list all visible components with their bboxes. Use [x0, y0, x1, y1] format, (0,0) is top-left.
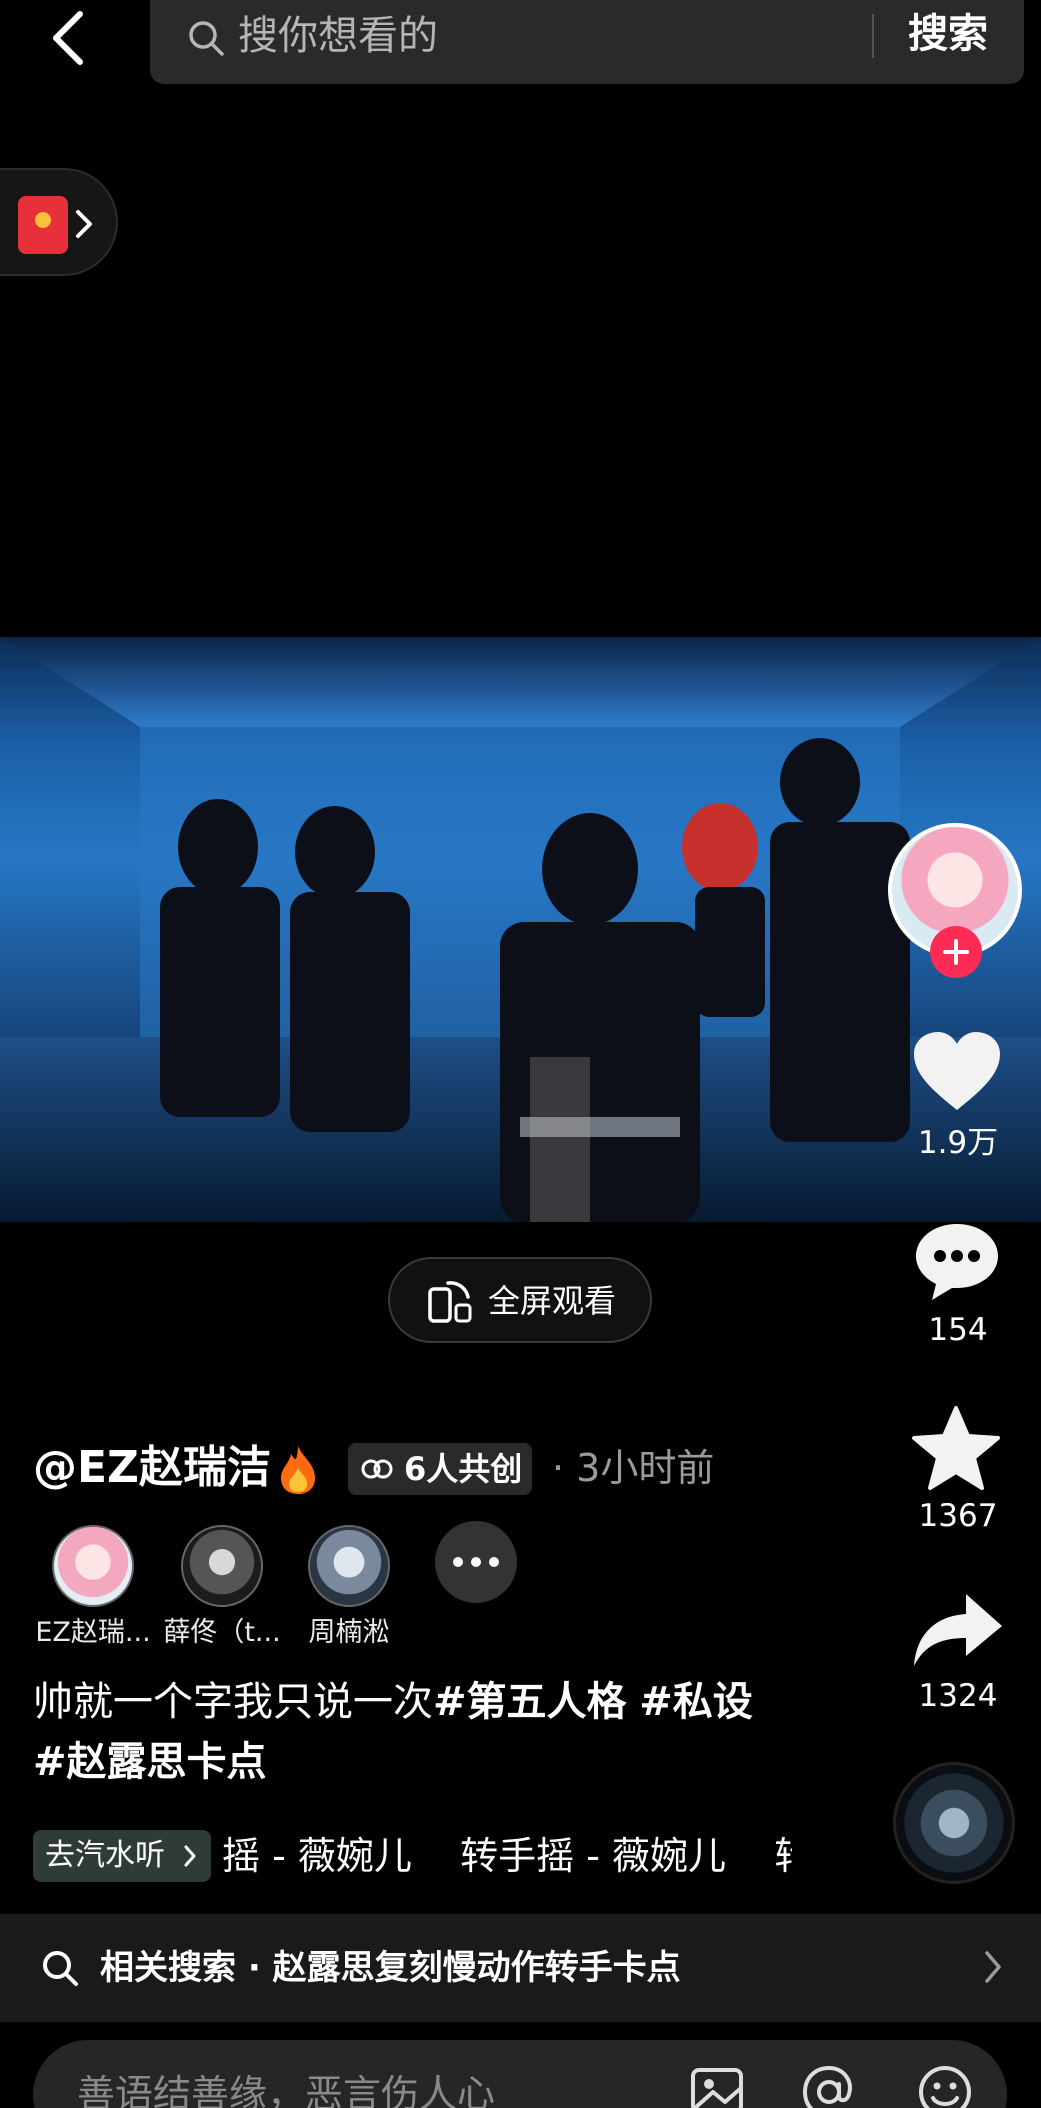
creator-avatar[interactable]: [308, 1525, 390, 1607]
image-icon[interactable]: [687, 2062, 747, 2108]
creator-name: 周楠淞: [308, 1617, 390, 1648]
chevron-left-icon: [53, 11, 83, 65]
creator-avatar[interactable]: [181, 1525, 263, 1607]
search-icon: [189, 21, 224, 56]
search-bar[interactable]: 搜你想看的 搜索: [150, 0, 1024, 84]
rotate-screen-icon: [428, 1281, 472, 1323]
emoji-icon[interactable]: [915, 2062, 975, 2108]
search-input[interactable]: 搜你想看的: [238, 8, 438, 64]
search-button[interactable]: 搜索: [908, 6, 988, 62]
cocreate-label: 6人共创: [404, 1450, 523, 1488]
creator-avatar[interactable]: [52, 1525, 134, 1607]
like-heart-icon[interactable]: [912, 1030, 1002, 1112]
related-search-text: 相关搜索 · 赵露思复刻慢动作转手卡点: [100, 1948, 681, 1988]
hashtag[interactable]: #第五人格: [433, 1679, 627, 1725]
red-packet-entry[interactable]: [0, 168, 118, 276]
favorite-count: 1367: [918, 1498, 998, 1534]
chevron-right-icon: [184, 1845, 196, 1867]
more-creators-button[interactable]: [435, 1521, 517, 1603]
caption-text: 帅就一个字我只说一次: [33, 1679, 433, 1725]
listen-in-app-button[interactable]: 去汽水听: [33, 1830, 211, 1882]
plus-icon: [943, 939, 969, 965]
hashtag[interactable]: #私设: [639, 1679, 753, 1725]
more-dots-icon: [453, 1557, 499, 1567]
fullscreen-button[interactable]: 全屏观看: [388, 1257, 652, 1343]
follow-button[interactable]: [930, 926, 982, 978]
chevron-right-icon: [985, 1951, 1001, 1983]
like-count: 1.9万: [917, 1125, 999, 1161]
cocreate-tag[interactable]: 6人共创: [348, 1443, 532, 1495]
search-icon: [43, 1951, 78, 1986]
author-name[interactable]: @EZ赵瑞洁: [33, 1440, 271, 1496]
music-disc[interactable]: [893, 1762, 1015, 1884]
red-envelope-icon: [18, 196, 68, 254]
video-caption: 帅就一个字我只说一次#第五人格 #私设 #赵露思卡点: [33, 1672, 813, 1792]
share-count: 1324: [918, 1678, 998, 1714]
fullscreen-label: 全屏观看: [488, 1282, 617, 1320]
comment-bubble-icon[interactable]: [912, 1220, 1002, 1302]
favorite-star-icon[interactable]: [910, 1404, 1002, 1492]
link-rings-icon: [361, 1459, 393, 1479]
back-button[interactable]: [40, 8, 100, 68]
related-search-bar[interactable]: 相关搜索 · 赵露思复刻慢动作转手卡点: [0, 1914, 1041, 2022]
hashtag[interactable]: #赵露思卡点: [33, 1739, 267, 1785]
divider: [872, 14, 874, 58]
creator-name: 薛佟（t...: [163, 1617, 281, 1648]
video-frame-image: [0, 637, 1041, 1222]
comment-input[interactable]: 善语结善缘，恶言伤人心: [33, 2040, 1007, 2108]
chevron-right-icon: [76, 210, 92, 238]
video-player[interactable]: [0, 637, 1041, 1222]
share-arrow-icon[interactable]: [910, 1590, 1004, 1670]
creator-name: EZ赵瑞...: [35, 1617, 151, 1648]
comment-placeholder: 善语结善缘，恶言伤人心: [77, 2072, 496, 2108]
listen-label: 去汽水听: [45, 1838, 165, 1873]
post-time: · 3小时前: [552, 1446, 715, 1490]
comment-count: 154: [928, 1312, 988, 1348]
music-title-ticker[interactable]: 摇 - 薇婉儿 转手摇 - 薇婉儿 转: [222, 1826, 792, 1886]
fire-icon: [281, 1446, 315, 1494]
at-mention-icon[interactable]: [799, 2062, 859, 2108]
